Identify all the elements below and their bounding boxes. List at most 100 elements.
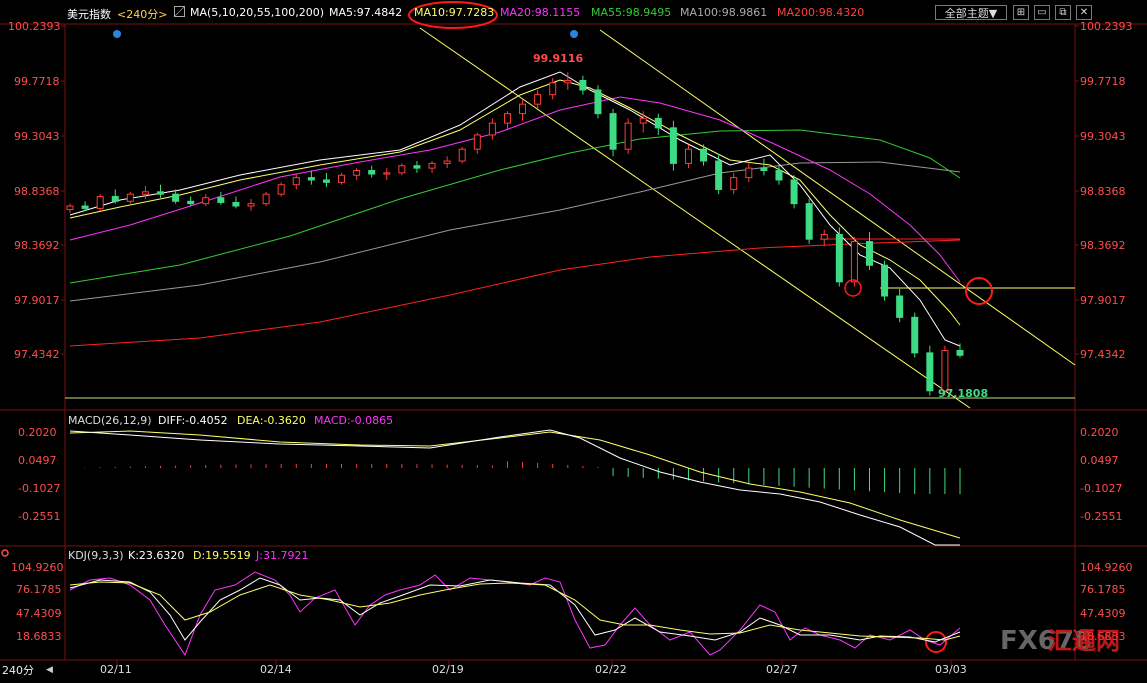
candle-body[interactable] (292, 177, 300, 186)
candle-body[interactable] (66, 205, 74, 211)
candle-body[interactable] (519, 103, 527, 115)
price-axis-label: 97.4342 (14, 348, 60, 361)
candle-body[interactable] (232, 201, 240, 207)
ma200-value: MA200:98.4320 (777, 6, 865, 19)
candle-body[interactable] (368, 169, 376, 175)
candle-body[interactable] (760, 167, 768, 171)
candle-body[interactable] (564, 79, 572, 84)
candle-body[interactable] (398, 165, 406, 174)
candle-body[interactable] (639, 117, 647, 124)
date-label: 02/19 (432, 663, 464, 676)
expand-icon[interactable]: ⊞ (1013, 5, 1029, 20)
restore-icon[interactable]: ⧉ (1055, 5, 1071, 20)
macd-axis-label-right: -0.2551 (1080, 510, 1122, 523)
candle-body[interactable] (956, 350, 964, 356)
candle-body[interactable] (700, 148, 708, 162)
price-axis-label-right: 99.3043 (1080, 130, 1126, 143)
kdj-axis-label: 47.4309 (16, 607, 62, 620)
event-dot[interactable] (570, 30, 578, 38)
candle-body[interactable] (307, 177, 315, 181)
ma100-value: MA100:98.9861 (680, 6, 768, 19)
candle-body[interactable] (850, 241, 858, 283)
period-label[interactable]: <240分> (117, 6, 167, 22)
candle-body[interactable] (775, 169, 783, 181)
candle-body[interactable] (126, 193, 134, 202)
candle-body[interactable] (277, 184, 285, 195)
candle-body[interactable] (805, 203, 813, 240)
candle-body[interactable] (157, 191, 165, 195)
candle-body[interactable] (217, 197, 225, 203)
macd-axis-label-right: 0.0497 (1080, 454, 1119, 467)
candle-body[interactable] (745, 167, 753, 179)
fx678-watermark: FX678 汇通网 (1000, 626, 1120, 656)
candle-body[interactable] (715, 160, 723, 190)
macd-axis-label-right: 0.2020 (1080, 426, 1119, 439)
date-label: 02/22 (595, 663, 627, 676)
kdj-axis-label-right: 104.9260 (1080, 561, 1133, 574)
macd-axis-label-right: -0.1027 (1080, 482, 1122, 495)
candle-body[interactable] (669, 127, 677, 164)
candle-body[interactable] (473, 134, 481, 150)
candle-body[interactable] (187, 200, 195, 205)
kdj-axis-label-right: 47.4309 (1080, 607, 1126, 620)
theme-dropdown[interactable]: 全部主题▼ (935, 5, 1007, 20)
ma-params: MA(5,10,20,55,100,200) (190, 6, 325, 19)
price-axis-label: 98.8368 (14, 185, 60, 198)
candle-body[interactable] (579, 79, 587, 91)
candle-body[interactable] (141, 191, 149, 195)
macd-axis-label: -0.1027 (18, 482, 60, 495)
watermark-brand-cn: 汇通网 (1048, 627, 1120, 655)
macd-value: MACD:-0.0865 (314, 414, 393, 427)
chart-icon[interactable] (174, 6, 185, 17)
candle-body[interactable] (322, 179, 330, 183)
candle-body[interactable] (458, 148, 466, 162)
candle-body[interactable] (338, 174, 346, 183)
kdj-label: KDJ(9,3,3) (68, 549, 124, 562)
candle-body[interactable] (413, 165, 421, 169)
event-dot[interactable] (113, 30, 121, 38)
kdj-j: J:31.7921 (255, 549, 308, 562)
candle-body[interactable] (503, 113, 511, 124)
symbol-label[interactable]: 美元指数 (67, 6, 111, 22)
candle-body[interactable] (202, 197, 210, 205)
candle-body[interactable] (654, 117, 662, 129)
candle-body[interactable] (684, 148, 692, 164)
candle-body[interactable] (926, 352, 934, 392)
triangle-left-icon[interactable]: ◀ (46, 663, 53, 678)
kdj-axis-label: 18.6833 (16, 630, 62, 643)
candle-body[interactable] (594, 89, 602, 115)
candle-body[interactable] (443, 160, 451, 164)
price-axis-label-right: 99.7718 (1080, 75, 1126, 88)
candle-body[interactable] (609, 113, 617, 150)
candle-body[interactable] (624, 122, 632, 150)
candle-body[interactable] (820, 233, 828, 240)
candle-body[interactable] (96, 196, 104, 209)
candle-body[interactable] (911, 316, 919, 354)
candle-body[interactable] (111, 196, 119, 202)
close-icon[interactable]: ✕ (1076, 5, 1092, 20)
candle-body[interactable] (941, 350, 949, 392)
candle-body[interactable] (488, 122, 496, 136)
candle-body[interactable] (247, 203, 255, 207)
candle-body[interactable] (353, 169, 361, 176)
candle-body[interactable] (896, 295, 904, 318)
candle-body[interactable] (835, 233, 843, 283)
candle-body[interactable] (81, 205, 89, 209)
candle-body[interactable] (790, 179, 798, 205)
candle-body[interactable] (881, 264, 889, 297)
candle-body[interactable] (172, 193, 180, 202)
candle-body[interactable] (730, 177, 738, 190)
candle-body[interactable] (549, 82, 557, 96)
minimize-icon[interactable]: ▭ (1034, 5, 1050, 20)
candle-body[interactable] (865, 241, 873, 266)
low-annotation: 97.1808 (938, 387, 988, 400)
macd-axis-label: -0.2551 (18, 510, 60, 523)
candle-body[interactable] (428, 162, 436, 169)
kdj-axis-label: 76.1785 (16, 583, 62, 596)
candle-body[interactable] (262, 193, 270, 205)
macd-dea: DEA:-0.3620 (237, 414, 306, 427)
chart-canvas[interactable]: 100.2393 99.7718 99.3043 98.8368 98.3692… (0, 0, 1147, 679)
candle-body[interactable] (383, 172, 391, 175)
candle-body[interactable] (534, 94, 542, 105)
period-tab[interactable]: 240分 ◀ (2, 663, 54, 678)
